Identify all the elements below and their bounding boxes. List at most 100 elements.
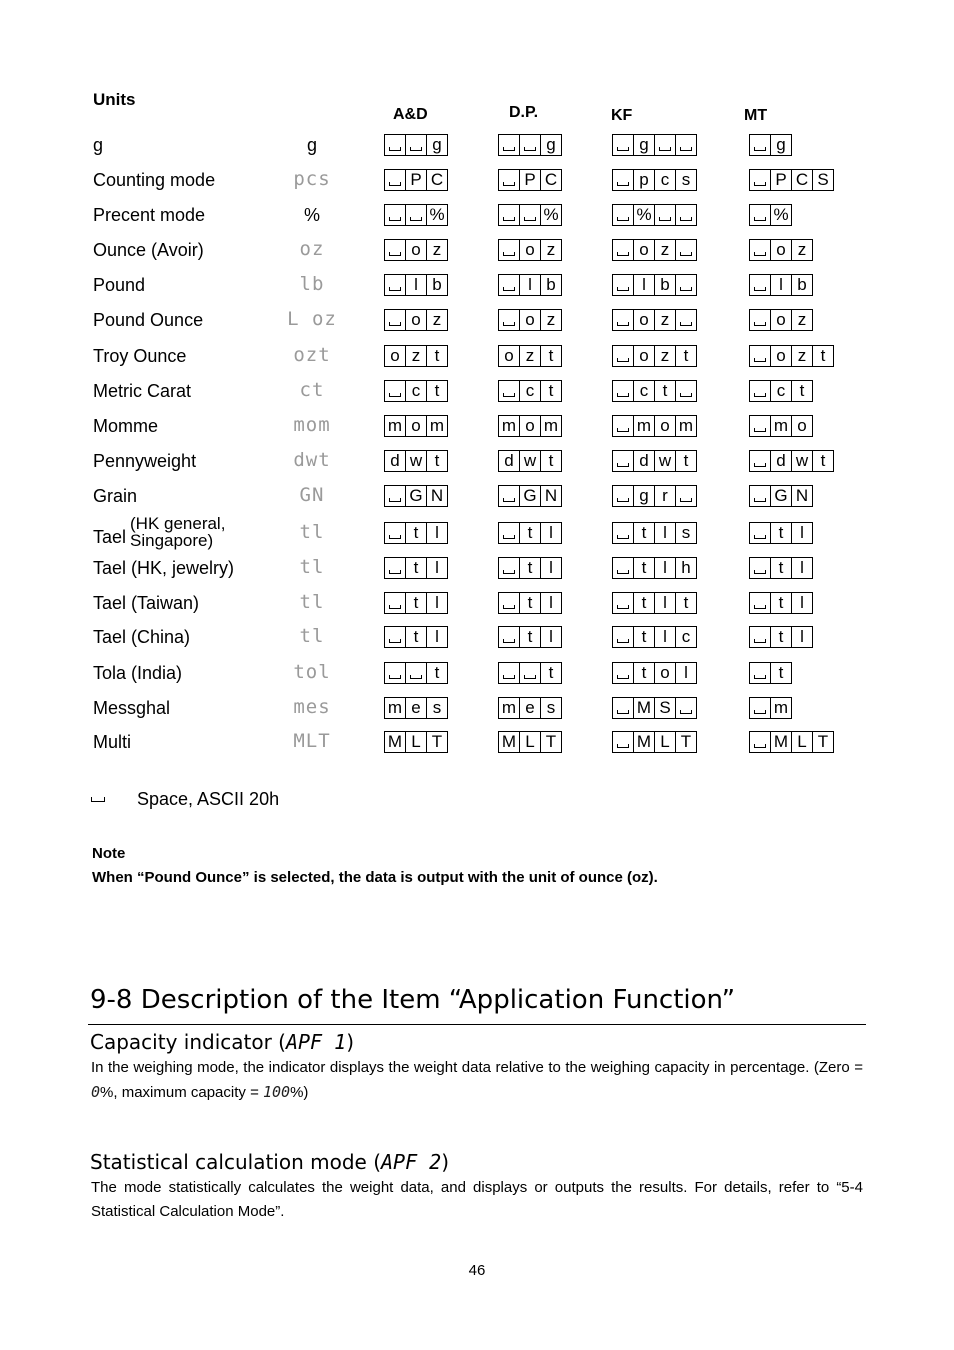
- char-cell: L: [791, 731, 813, 753]
- output-code-dp: oz: [498, 239, 562, 261]
- char-cell: l: [633, 274, 655, 296]
- column-header-ad: A&D: [393, 106, 428, 123]
- char-cell: t: [633, 662, 655, 684]
- output-code-dp: %: [498, 204, 562, 226]
- space-cell: [498, 485, 520, 507]
- space-cell: [612, 380, 634, 402]
- char-cell: z: [426, 309, 448, 331]
- char-cell: d: [384, 450, 406, 472]
- char-cell: o: [654, 415, 676, 437]
- char-cell: t: [426, 662, 448, 684]
- char-cell: c: [770, 380, 792, 402]
- units-title: Units: [93, 90, 136, 109]
- output-code-ad: oz: [384, 239, 448, 261]
- char-cell: m: [770, 415, 792, 437]
- output-code-kf: tlt: [612, 592, 697, 614]
- char-cell: g: [633, 485, 655, 507]
- char-cell: c: [405, 380, 427, 402]
- char-cell: l: [654, 626, 676, 648]
- char-cell: z: [654, 309, 676, 331]
- space-cell: [612, 697, 634, 719]
- output-code-dp: MLT: [498, 731, 562, 753]
- output-code-dp: mes: [498, 697, 562, 719]
- char-cell: t: [405, 557, 427, 579]
- space-cell: [749, 522, 771, 544]
- space-cell: [498, 169, 520, 191]
- output-code-kf: mom: [612, 415, 697, 437]
- char-cell: t: [675, 592, 697, 614]
- output-code-mt: dwt: [749, 450, 834, 472]
- char-cell: t: [540, 450, 562, 472]
- char-cell: t: [633, 522, 655, 544]
- char-cell: t: [812, 345, 834, 367]
- output-code-kf: tls: [612, 522, 697, 544]
- char-cell: t: [540, 345, 562, 367]
- space-cell: [612, 134, 634, 156]
- output-code-ad: GN: [384, 485, 448, 507]
- output-code-dp: oz: [498, 309, 562, 331]
- char-cell: t: [633, 626, 655, 648]
- char-cell: l: [540, 626, 562, 648]
- space-cell: [749, 731, 771, 753]
- para-text: %): [290, 1084, 309, 1101]
- output-code-ad: PC: [384, 169, 448, 191]
- char-cell: o: [519, 415, 541, 437]
- output-code-ad: MLT: [384, 731, 448, 753]
- char-cell: l: [675, 662, 697, 684]
- char-cell: t: [519, 557, 541, 579]
- section-title: 9-8 Description of the Item “Application…: [90, 985, 736, 1015]
- char-cell: o: [770, 239, 792, 261]
- char-cell: z: [654, 239, 676, 261]
- output-code-mt: t: [749, 662, 792, 684]
- section-divider: [88, 1024, 866, 1025]
- char-cell: w: [519, 450, 541, 472]
- space-cell: [749, 415, 771, 437]
- output-code-kf: dwt: [612, 450, 697, 472]
- char-cell: S: [654, 697, 676, 719]
- output-code-ad: %: [384, 204, 448, 226]
- output-code-dp: mom: [498, 415, 562, 437]
- char-cell: t: [770, 522, 792, 544]
- output-code-kf: g: [612, 134, 697, 156]
- char-cell: z: [791, 239, 813, 261]
- char-cell: T: [675, 731, 697, 753]
- space-cell: [749, 626, 771, 648]
- output-code-dp: ozt: [498, 345, 562, 367]
- apf-code: APF 2: [381, 1150, 442, 1174]
- note-title: Note: [92, 845, 126, 862]
- char-cell: o: [498, 345, 520, 367]
- space-cell: [384, 169, 406, 191]
- char-cell: l: [654, 592, 676, 614]
- para-text: %, maximum capacity =: [100, 1084, 263, 1101]
- space-cell: [612, 274, 634, 296]
- space-cell: [384, 309, 406, 331]
- char-cell: c: [675, 626, 697, 648]
- char-cell: o: [405, 239, 427, 261]
- char-cell: o: [770, 309, 792, 331]
- output-code-ad: lb: [384, 274, 448, 296]
- char-cell: t: [519, 592, 541, 614]
- space-cell: [675, 274, 697, 296]
- char-cell: l: [540, 557, 562, 579]
- char-cell: t: [405, 626, 427, 648]
- char-cell: t: [519, 626, 541, 648]
- output-code-mt: mo: [749, 415, 813, 437]
- char-cell: o: [633, 345, 655, 367]
- space-cell: [405, 134, 427, 156]
- capacity-indicator-text: In the weighing mode, the indicator disp…: [91, 1056, 863, 1105]
- char-cell: C: [540, 169, 562, 191]
- output-code-kf: pcs: [612, 169, 697, 191]
- char-cell: o: [633, 309, 655, 331]
- output-code-kf: oz: [612, 309, 697, 331]
- space-cell: [384, 239, 406, 261]
- subsection-title-statistical-calculation: Statistical calculation mode (APF 2): [90, 1150, 449, 1174]
- char-cell: l: [426, 592, 448, 614]
- char-cell: N: [540, 485, 562, 507]
- space-cell: [612, 309, 634, 331]
- char-cell: t: [770, 662, 792, 684]
- output-code-dp: GN: [498, 485, 562, 507]
- space-cell: [612, 485, 634, 507]
- char-cell: l: [405, 274, 427, 296]
- char-cell: l: [791, 522, 813, 544]
- char-cell: l: [791, 626, 813, 648]
